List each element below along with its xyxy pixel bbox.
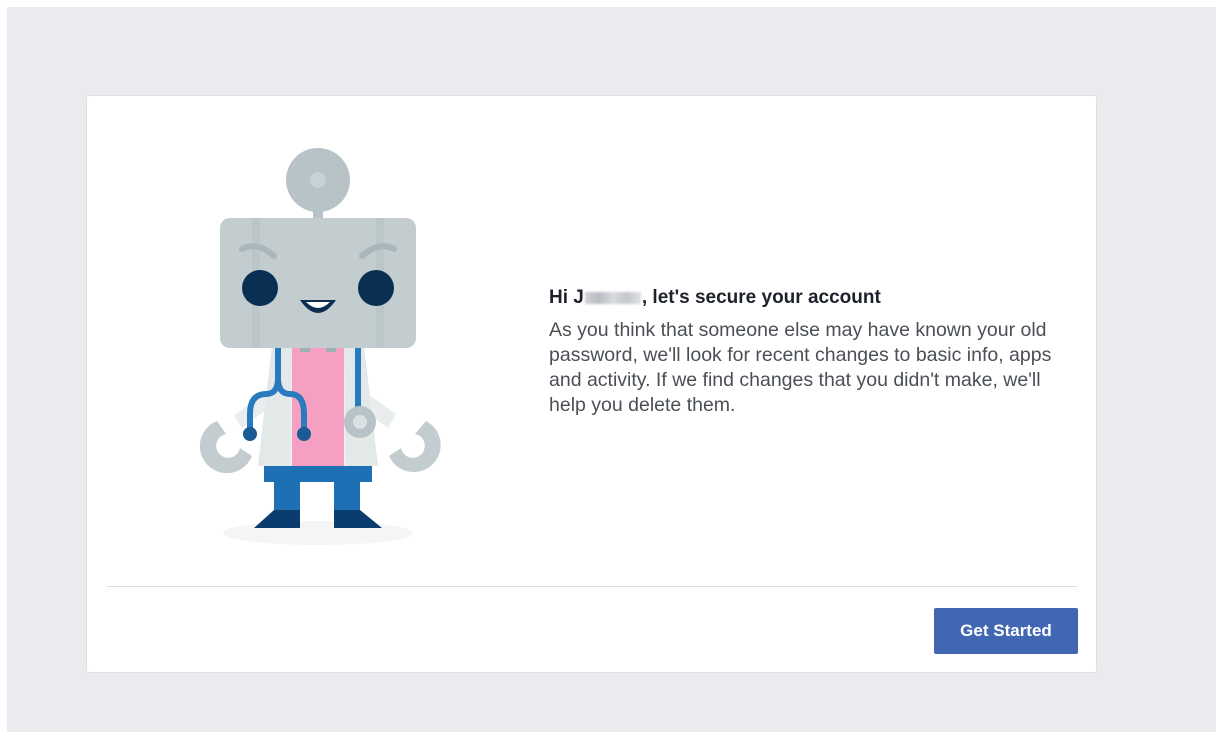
footer-divider	[107, 586, 1077, 587]
ground-shadow	[223, 521, 413, 545]
doctor-robot-illustration	[182, 146, 462, 551]
robot-left-shoe	[254, 510, 300, 528]
secure-account-card: Hi J , let's secure your account As you …	[86, 95, 1097, 673]
robot-right-eye	[358, 270, 394, 306]
doctor-robot-icon	[199, 148, 441, 545]
page-background: Hi J , let's secure your account As you …	[7, 7, 1216, 732]
title-text: , let's secure your account	[641, 287, 881, 308]
robot-shirt	[292, 346, 344, 466]
redacted-name	[584, 292, 641, 304]
card-description: As you think that someone else may have …	[549, 319, 1052, 416]
robot-belt	[264, 466, 372, 482]
title-greeting: Hi J	[549, 287, 584, 308]
robot-right-shoe	[334, 510, 382, 528]
get-started-button[interactable]: Get Started	[934, 608, 1078, 654]
card-title: Hi J , let's secure your account	[549, 286, 1069, 310]
message-block: Hi J , let's secure your account As you …	[549, 286, 1069, 418]
robot-left-eye	[242, 270, 278, 306]
